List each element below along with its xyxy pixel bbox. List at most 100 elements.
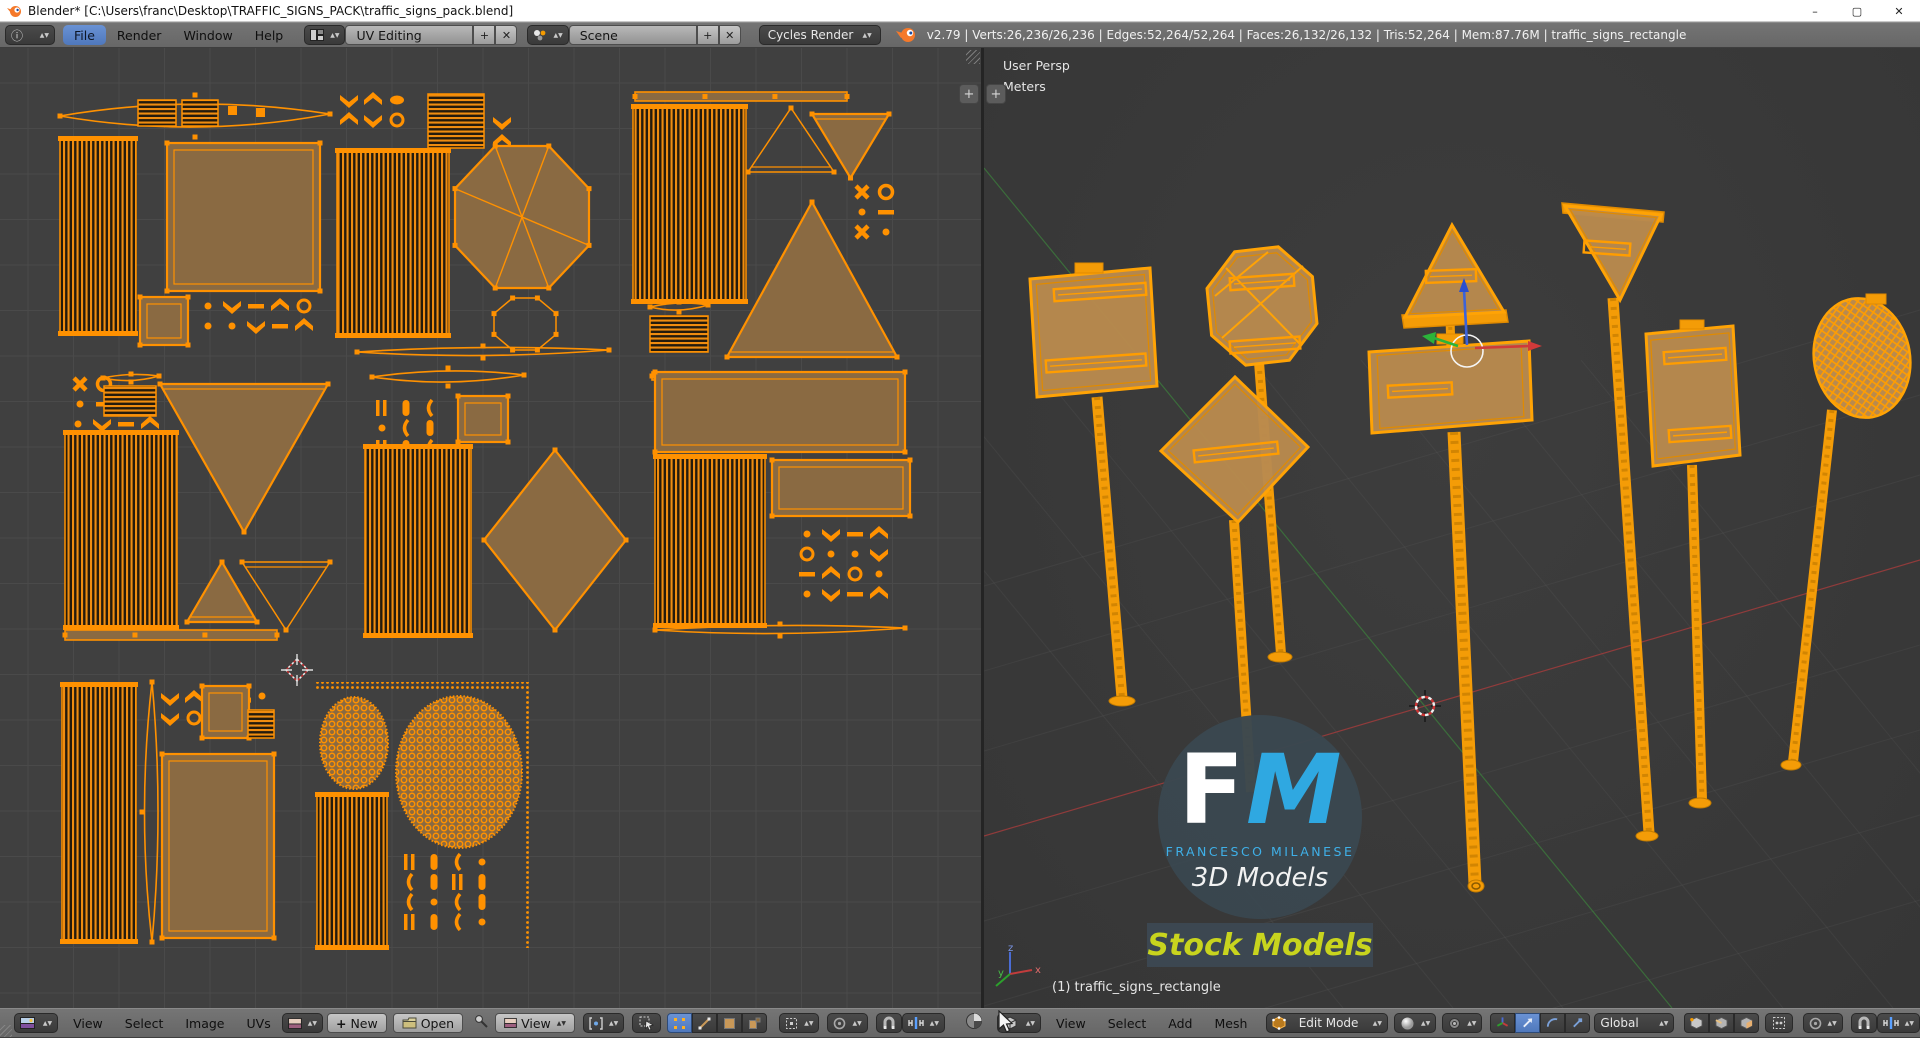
uv-proportional-select[interactable]: ▲▼ <box>827 1013 868 1033</box>
uv-editor-type-button[interactable]: ▲▼ <box>14 1013 59 1033</box>
uv-face-mode-button[interactable] <box>717 1013 743 1033</box>
pivot-icon <box>589 1016 603 1030</box>
maximize-button[interactable]: ▢ <box>1836 0 1878 22</box>
viewport-unit-label: Meters <box>1003 79 1046 94</box>
editor-type-button-info[interactable]: ⓘ ▲▼ <box>5 25 55 45</box>
mode-select[interactable]: Edit Mode ▲▼ <box>1266 1013 1388 1033</box>
edge-mode-icon <box>698 1017 711 1029</box>
uv-snap-toggle[interactable] <box>875 1013 902 1033</box>
pivot-center-select[interactable]: ▲▼ <box>1442 1013 1483 1033</box>
uv-menu-uvs[interactable]: UVs <box>236 1016 282 1031</box>
pin-icon[interactable] <box>473 1013 489 1033</box>
viewport-shading-select[interactable]: ▲▼ <box>1393 1013 1437 1033</box>
close-layout-button[interactable]: ✕ <box>495 25 518 45</box>
info-header: ⓘ ▲▼ File Render Window Help ▲▼ UV Editi… <box>0 22 1920 63</box>
occlude-icon <box>1772 1017 1785 1029</box>
uv-menu-select[interactable]: Select <box>114 1016 175 1031</box>
blender-logo <box>7 5 21 17</box>
stepper-arrows: ▲▼ <box>609 1019 619 1027</box>
limit-edge-button[interactable] <box>1709 1013 1735 1033</box>
uv-island-mode-button[interactable] <box>742 1013 768 1033</box>
scale-icon <box>1573 1018 1583 1028</box>
add-scene-button[interactable]: + <box>696 25 719 45</box>
view3d-snap-toggle[interactable] <box>1850 1013 1877 1033</box>
main-area: + F M FRANCESCO MILANESE 3D Models Stock… <box>0 48 1920 1008</box>
close-button[interactable]: ✕ <box>1878 0 1920 22</box>
editmode-icon <box>1272 1016 1287 1030</box>
vertex-mode-icon <box>674 1017 686 1029</box>
render-engine-select[interactable]: Cycles Render ▲▼ <box>758 25 881 45</box>
menu-render[interactable]: Render <box>106 28 173 43</box>
menu-help[interactable]: Help <box>244 28 295 43</box>
limit-edge-icon <box>1715 1016 1728 1030</box>
bottom-headers: ▲▼ View Select Image UVs ▲▼ + New Open V… <box>0 1008 1920 1038</box>
uv-pivot-select[interactable]: ▲▼ <box>583 1013 625 1033</box>
scale-manipulator-button[interactable] <box>1565 1013 1591 1033</box>
image-new-button[interactable]: + New <box>326 1013 387 1033</box>
proportional-icon <box>1809 1017 1821 1029</box>
viewport-canvas <box>984 167 1920 1008</box>
render-ball-icon[interactable] <box>965 1012 983 1034</box>
mini-axis-gizmo: z x y <box>995 944 1041 987</box>
view3d-snap-element-select[interactable]: ▲▼ <box>1876 1013 1920 1033</box>
view3d-proportional-select[interactable]: ▲▼ <box>1802 1013 1843 1033</box>
view3d-menu-select[interactable]: Select <box>1097 1016 1158 1031</box>
stepper-arrows: ▲▼ <box>556 1019 566 1027</box>
stepper-arrows: ▲▼ <box>1827 1019 1837 1027</box>
magnet-icon <box>883 1016 895 1029</box>
image-open-button[interactable]: Open <box>392 1013 464 1033</box>
uv-menu-image[interactable]: Image <box>174 1016 235 1031</box>
stepper-arrows: ▲▼ <box>307 1019 317 1027</box>
view3d-menu-add[interactable]: Add <box>1157 1016 1203 1031</box>
uv-snap-element-select[interactable]: ▲▼ <box>901 1013 945 1033</box>
uv-selection-mode-group <box>667 1013 768 1033</box>
scene-statistics: v2.79 | Verts:26,236/26,236 | Edges:52,2… <box>926 28 1687 42</box>
uv-edge-mode-button[interactable] <box>692 1013 718 1033</box>
info-icon: ⓘ <box>11 28 24 43</box>
scene-icon-button[interactable]: ▲▼ <box>527 25 569 45</box>
stepper-arrows: ▲▼ <box>929 1019 939 1027</box>
uv-corner-grip[interactable] <box>966 50 980 64</box>
menu-window[interactable]: Window <box>172 28 243 43</box>
snap-element-icon <box>1883 1017 1899 1029</box>
limit-vertex-button[interactable] <box>1684 1013 1710 1033</box>
shading-icon <box>1400 1016 1415 1030</box>
close-scene-button[interactable]: ✕ <box>718 25 741 45</box>
watermark-f: F <box>1178 734 1245 847</box>
corner-grip[interactable] <box>0 1025 12 1037</box>
screen-layout-icon-button[interactable]: ▲▼ <box>304 25 346 45</box>
stepper-arrows: ▲▼ <box>1372 1019 1382 1027</box>
manipulator-group <box>1490 1013 1591 1033</box>
viewport-3d[interactable]: F M FRANCESCO MILANESE 3D Models Stock M… <box>984 48 1920 1008</box>
image-datablock-button[interactable]: ▲▼ <box>281 1013 323 1033</box>
uv-sticky-select[interactable]: ▲▼ <box>779 1013 820 1033</box>
stepper-arrows: ▲▼ <box>42 1019 53 1027</box>
menu-file[interactable]: File <box>63 25 106 45</box>
view3d-menu-view[interactable]: View <box>1045 1016 1097 1031</box>
screen-layout-field[interactable]: UV Editing <box>345 25 474 45</box>
uv-menu-view[interactable]: View <box>62 1016 114 1031</box>
rotate-manipulator-button[interactable] <box>1540 1013 1566 1033</box>
uv-region-expand-tab[interactable]: + <box>959 84 979 104</box>
limit-face-button[interactable] <box>1734 1013 1760 1033</box>
occlude-geometry-button[interactable] <box>1765 1013 1793 1033</box>
uv-view-select[interactable]: View ▲▼ <box>495 1013 575 1033</box>
limit-face-icon <box>1740 1016 1753 1030</box>
add-layout-button[interactable]: + <box>473 25 496 45</box>
uv-sync-toggle[interactable] <box>632 1013 662 1033</box>
uv-vertex-mode-button[interactable] <box>667 1013 693 1033</box>
stepper-arrows: ▲▼ <box>1420 1019 1431 1027</box>
minimize-button[interactable]: – <box>1794 0 1836 22</box>
scene-field[interactable]: Scene <box>568 25 697 45</box>
image-icon <box>504 1018 517 1028</box>
scene-icon <box>534 30 546 41</box>
image-icon <box>20 1017 35 1029</box>
stepper-arrows: ▲▼ <box>862 31 872 39</box>
transform-orientation-select[interactable]: Global ▲▼ <box>1594 1013 1675 1033</box>
manipulator-toggle-button[interactable] <box>1490 1013 1516 1033</box>
uv-image-editor[interactable]: + <box>0 48 981 1008</box>
viewport-region-expand-tab[interactable]: + <box>986 84 1006 104</box>
face-mode-icon <box>724 1017 736 1029</box>
view3d-menu-mesh[interactable]: Mesh <box>1203 1016 1258 1031</box>
translate-manipulator-button[interactable] <box>1515 1013 1541 1033</box>
